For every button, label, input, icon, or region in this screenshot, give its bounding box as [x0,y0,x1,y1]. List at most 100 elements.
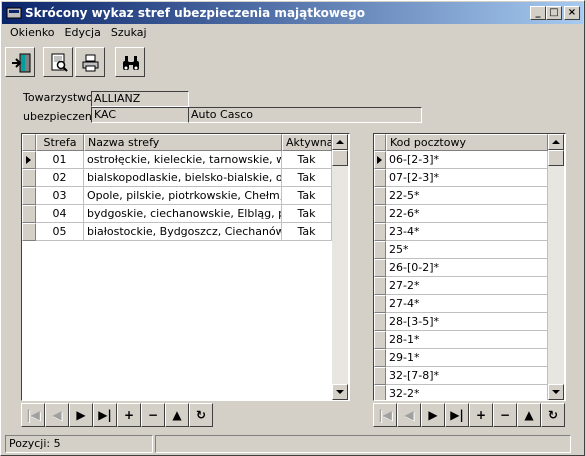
close-icon: × [567,7,577,18]
towarzystwo-field: ALLIANZ [91,91,189,107]
nav-refresh-button[interactable]: ↻ [189,403,213,427]
postal-code-grid[interactable]: Kod pocztowy 06-[2-3]* 07-[2-3]* 22-5* 22-6… [373,133,566,401]
cell-kod-pocztowy[interactable]: 25* [386,241,548,259]
cell-strefa[interactable]: 04 [36,205,84,223]
nav-refresh-button[interactable]: ↻ [541,403,565,427]
row-indicator [374,331,386,349]
cell-nazwa[interactable]: ostrołęckie, kieleckie, tarnowskie, włoc… [84,151,282,169]
cell-kod-pocztowy[interactable]: 32-[7-8]* [386,367,548,385]
cell-kod-pocztowy[interactable]: 27-2* [386,277,548,295]
nav-delete-button[interactable]: − [493,403,517,427]
cell-nazwa[interactable]: bialskopodlaskie, bielsko-bialskie, opol… [84,169,282,187]
menu-szukaj[interactable]: Szukaj [106,25,152,40]
scroll-down-button[interactable] [548,384,564,400]
cell-kod-pocztowy[interactable]: 22-6* [386,205,548,223]
row-indicator [22,187,36,205]
scroll-up-button[interactable] [332,134,348,150]
cell-strefa[interactable]: 05 [36,223,84,241]
cell-aktywna[interactable]: Tak [282,187,332,205]
column-header-nazwa-strefy[interactable]: Nazwa strefy [84,134,282,151]
cell-kod-pocztowy[interactable]: 07-[2-3]* [386,169,548,187]
exit-button[interactable] [5,47,35,77]
cell-nazwa[interactable]: Opole, pilskie, piotrkowskie, Chełm, pło… [84,187,282,205]
row-indicator [374,151,386,169]
cell-kod-pocztowy[interactable]: 29-1* [386,349,548,367]
print-button[interactable] [75,47,105,77]
window-title: Skrócony wykaz stref ubezpieczenia mająt… [25,6,365,20]
arrow-up-icon [336,140,344,144]
nav-edit-button[interactable]: ▲ [165,403,189,427]
scroll-thumb[interactable] [332,150,348,166]
ubezpieczenie-name-field: Auto Casco [188,107,422,123]
postal-grid-corner [374,134,386,151]
cell-strefa[interactable]: 03 [36,187,84,205]
cell-kod-pocztowy[interactable]: 06-[2-3]* [386,151,548,169]
nav-next-button[interactable]: ▶ [69,403,93,427]
menu-edycja[interactable]: Edycja [60,25,106,40]
print-icon [82,54,99,72]
row-indicator [374,187,386,205]
current-row-icon [26,156,31,164]
column-header-strefa[interactable]: Strefa [36,134,84,151]
nav-last-button[interactable]: ▶| [445,403,469,427]
cell-nazwa[interactable]: bydgoskie, ciechanowskie, Elbląg, pozna [84,205,282,223]
row-indicator [22,169,36,187]
arrow-down-icon [552,390,560,394]
scroll-thumb[interactable] [548,150,564,166]
row-indicator [22,151,36,169]
maximize-button[interactable]: □ [546,6,562,20]
nav-prior-button[interactable]: ◀ [45,403,69,427]
row-indicator [374,241,386,259]
zones-scrollbar[interactable] [332,134,348,400]
close-button[interactable]: × [564,6,580,20]
menu-okienko[interactable]: Okienko [5,25,60,40]
row-indicator [374,277,386,295]
search-button[interactable] [115,47,145,77]
cell-kod-pocztowy[interactable]: 27-4* [386,295,548,313]
nav-last-button[interactable]: ▶| [93,403,117,427]
cell-kod-pocztowy[interactable]: 28-[3-5]* [386,313,548,331]
nav-delete-button[interactable]: − [141,403,165,427]
cell-kod-pocztowy[interactable]: 26-[0-2]* [386,259,548,277]
cell-kod-pocztowy[interactable]: 22-5* [386,187,548,205]
nav-first-button[interactable]: |◀ [21,403,45,427]
column-header-aktywna[interactable]: Aktywna [282,134,332,151]
ubezpieczenie-label: ubezpieczenie [23,110,102,123]
arrow-down-icon [336,390,344,394]
cell-kod-pocztowy[interactable]: 32-2* [386,385,548,400]
preview-button[interactable] [43,47,73,77]
minimize-button[interactable]: _ [530,6,546,20]
minimize-icon: _ [535,7,541,18]
arrow-up-icon [552,140,560,144]
cell-strefa[interactable]: 01 [36,151,84,169]
cell-nazwa[interactable]: białostockie, Bydgoszcz, Ciechanów, Gd [84,223,282,241]
nav-first-button[interactable]: |◀ [373,403,397,427]
row-indicator [374,259,386,277]
menu-bar: Okienko Edycja Szukaj [5,25,152,43]
nav-next-button[interactable]: ▶ [421,403,445,427]
cell-aktywna[interactable]: Tak [282,169,332,187]
nav-prior-button[interactable]: ◀ [397,403,421,427]
scroll-down-button[interactable] [332,384,348,400]
row-indicator [374,349,386,367]
cell-aktywna[interactable]: Tak [282,205,332,223]
cell-aktywna[interactable]: Tak [282,151,332,169]
column-header-kod-pocztowy[interactable]: Kod pocztowy [386,134,548,151]
cell-strefa[interactable]: 02 [36,169,84,187]
scroll-up-button[interactable] [548,134,564,150]
zones-grid[interactable]: Strefa Nazwa strefy Aktywna 01 ostrołęck… [21,133,350,401]
app-icon [6,6,22,20]
nav-edit-button[interactable]: ▲ [517,403,541,427]
cell-kod-pocztowy[interactable]: 28-1* [386,331,548,349]
row-indicator [374,169,386,187]
postal-scrollbar[interactable] [548,134,564,400]
row-indicator [374,223,386,241]
status-panel [155,435,571,453]
row-indicator [374,205,386,223]
cell-aktywna[interactable]: Tak [282,223,332,241]
nav-insert-button[interactable]: + [469,403,493,427]
status-count: Pozycji: 5 [5,435,153,453]
exit-icon [12,53,31,73]
cell-kod-pocztowy[interactable]: 23-4* [386,223,548,241]
nav-insert-button[interactable]: + [117,403,141,427]
